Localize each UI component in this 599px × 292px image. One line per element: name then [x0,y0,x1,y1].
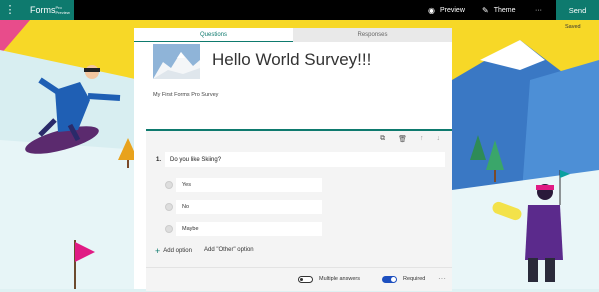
more-options-button[interactable]: ··· [535,0,542,20]
theme-icon: ✎ [482,5,489,15]
add-other-option-button[interactable]: Add "Other" option [204,247,254,253]
move-up-icon[interactable]: ↑ [420,135,424,143]
send-button[interactable]: Send [556,0,599,20]
tab-responses[interactable]: Responses [293,28,452,42]
preview-button[interactable]: ◉ Preview [428,0,465,20]
editor-tabs: Questions Responses [134,28,452,42]
app-suffix: Pro Preview [55,5,70,15]
theme-label: Theme [493,6,516,14]
option-radio [165,181,173,189]
more-icon: ··· [535,6,542,14]
copy-icon[interactable]: ⧉ [380,135,385,143]
multiple-answers-toggle[interactable] [298,276,313,283]
move-down-icon[interactable]: ↓ [437,135,441,143]
add-option-label: Add option [163,248,192,254]
question-number: 1. [156,157,162,163]
form-title[interactable]: Hello World Survey!!! [212,50,371,70]
option-radio [165,225,173,233]
theme-button[interactable]: ✎ Theme [482,0,516,20]
option-radio [165,203,173,211]
form-description[interactable]: My First Forms Pro Survey [153,92,218,98]
preview-icon: ◉ [428,5,435,15]
form-editor-panel: Questions Responses Hello World Survey!!… [134,28,452,291]
question-text-input[interactable]: Do you like Skiing? [165,152,445,167]
required-label: Required [403,276,426,282]
option-input[interactable]: No [176,200,322,214]
option-input[interactable]: Yes [176,178,322,192]
form-header-image[interactable] [153,44,200,79]
option-input[interactable]: Maybe [176,222,322,236]
delete-icon[interactable]: 🗑 [398,135,407,143]
app-launcher-button[interactable]: ⋮⋮⋮ [0,0,27,20]
app-name: Forms [30,5,56,15]
preview-label: Preview [439,6,465,14]
tab-questions[interactable]: Questions [134,28,293,42]
add-option-button[interactable]: + Add option [155,246,192,256]
save-status: Saved [565,24,581,30]
question-toolbar: ⧉ 🗑 ↑ ↓ [380,135,440,143]
app-title: Forms Pro Preview [20,0,74,20]
multiple-answers-label: Multiple answers [319,276,360,282]
question-card[interactable]: ⧉ 🗑 ↑ ↓ 1. Do you like Skiing? Yes No Ma… [146,129,452,291]
plus-icon: + [155,246,161,256]
question-more-button[interactable]: ··· [438,274,446,283]
question-footer: Multiple answers Required ··· [146,267,452,292]
required-toggle[interactable] [382,276,397,283]
top-bar: ⋮⋮⋮ FormsPro Preview ◉ Preview ✎ Theme ·… [0,0,599,20]
active-tab-indicator [134,41,293,42]
